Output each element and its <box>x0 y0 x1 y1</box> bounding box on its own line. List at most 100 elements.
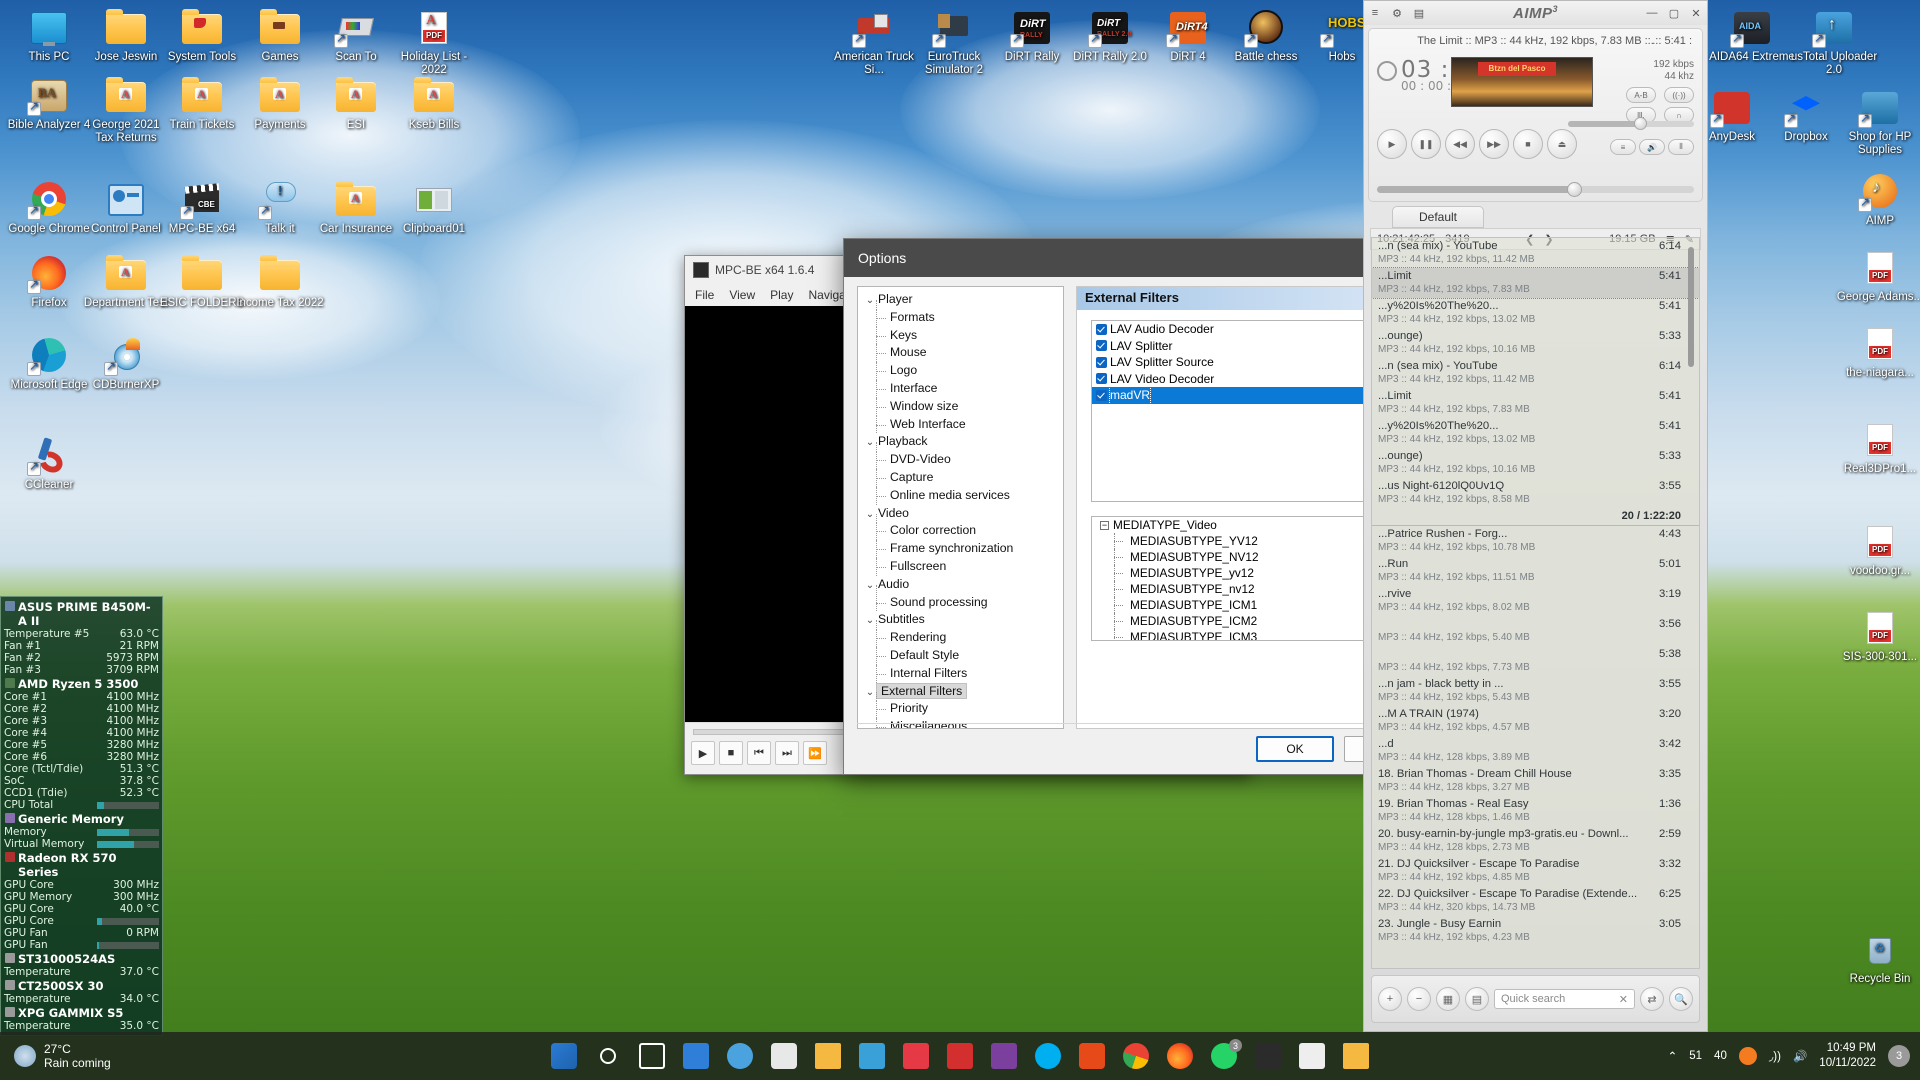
desktop-icon-this-pc[interactable]: This PC <box>5 8 93 64</box>
chevron-up-icon[interactable]: ⌃ <box>1668 1049 1678 1063</box>
aimp-tab-row[interactable]: Default <box>1370 206 1701 228</box>
search-icon[interactable]: 🔍 <box>1669 987 1693 1011</box>
task-view-icon[interactable] <box>632 1036 672 1076</box>
checkbox-checked-icon[interactable] <box>1096 323 1107 335</box>
mail-icon[interactable] <box>676 1036 716 1076</box>
desktop-icon-scan-to[interactable]: Scan To <box>312 8 400 64</box>
desktop-icon-the-niagara-pdf[interactable]: PDF the-niagara... <box>1836 324 1920 380</box>
converter-icon[interactable] <box>896 1036 936 1076</box>
weather-widget[interactable]: 27°C Rain coming <box>0 1042 111 1070</box>
shuffle-button[interactable]: ⇄ <box>1640 987 1664 1011</box>
desktop-icon-voodoo-pdf[interactable]: PDF voodoo.gr... <box>1836 522 1920 578</box>
tree-item-dvd-video[interactable]: DVD-Video <box>862 451 1063 469</box>
tree-item-audio[interactable]: ⌄ Audio <box>862 576 1063 595</box>
mediatype-sub[interactable]: MEDIASUBTYPE_yv12 <box>1092 565 1402 581</box>
playlist-item[interactable]: ...ounge) 5:33 MP3 :: 44 kHz, 192 kbps, 10… <box>1372 328 1699 358</box>
aimp-playlist[interactable]: ...n (sea mix) - YouTube 6:14 MP3 :: 44 kH… <box>1371 237 1700 969</box>
playlist-item[interactable]: ...rvive 3:19 MP3 :: 44 kHz, 192 kbps, 8.0… <box>1372 586 1699 616</box>
playlist-item[interactable]: ...n jam - black betty in ... 3:55 MP3 :: … <box>1372 676 1699 706</box>
eject-button[interactable]: ⏏ <box>1547 129 1577 159</box>
desktop-icon-dirt-rally[interactable]: DiRT RALLY DiRT Rally <box>988 8 1076 64</box>
tree-item-logo[interactable]: Logo <box>862 362 1063 380</box>
system-tray[interactable]: ⌃ 51 40 ◞)) 🔊 10:49 PM 10/11/2022 3 <box>1668 1041 1910 1071</box>
desktop-icon-dirt-rally-2[interactable]: DiRT RALLY 2.0 DiRT Rally 2.0 <box>1066 8 1154 64</box>
playlist-item-active[interactable]: ...Limit 5:41 MP3 :: 44 kHz, 192 kbps, 7.8… <box>1372 267 1699 299</box>
play-button[interactable]: ▶ <box>1377 129 1407 159</box>
playlist-item[interactable]: 21. DJ Quicksilver - Escape To Paradise 3… <box>1372 856 1699 886</box>
options-category-tree[interactable]: ⌄ Player Formats Keys Mouse Logo Interfac… <box>857 286 1064 729</box>
playlist-toggle-button[interactable]: ≡ <box>1610 139 1636 155</box>
filter-row[interactable]: LAV Splitter Source <box>1092 354 1402 371</box>
sort-button[interactable]: ▦ <box>1436 987 1460 1011</box>
playlist-item[interactable]: ...M A TRAIN (1974) 3:20 MP3 :: 44 kHz, 19… <box>1372 706 1699 736</box>
playlist-item[interactable]: 18. Brian Thomas - Dream Chill House 3:35… <box>1372 766 1699 796</box>
desktop-icon-ustotal-uploader[interactable]: ↑ usTotal Uploader 2.0 <box>1790 8 1878 77</box>
filter-row[interactable]: LAV Audio Decoder <box>1092 321 1402 338</box>
desktop-icon-games[interactable]: Games <box>236 8 324 64</box>
playlist-item[interactable]: ...Run 5:01 MP3 :: 44 kHz, 192 kbps, 11.51… <box>1372 556 1699 586</box>
aimp-playlist-toolbar[interactable]: + − ▦ ▤ Quick search ✕ ⇄ 🔍 <box>1371 975 1700 1023</box>
playlist-item[interactable]: 20. busy-earnin-by-jungle mp3-gratis.eu … <box>1372 826 1699 856</box>
taskbar-clock[interactable]: 10:49 PM 10/11/2022 <box>1819 1041 1876 1071</box>
playlist-item[interactable]: ...n (sea mix) - YouTube 6:14 MP3 :: 44 kH… <box>1372 238 1699 268</box>
playlist-options-button[interactable]: ▤ <box>1465 987 1489 1011</box>
mediatype-sub[interactable]: MEDIASUBTYPE_ICM3 <box>1092 629 1402 640</box>
tree-item-priority[interactable]: Priority <box>862 700 1063 718</box>
aimp-menu-icon[interactable]: ≡ <box>1364 4 1386 22</box>
desktop-icon-eurotruck-simulator-2[interactable]: EuroTruck Simulator 2 <box>910 8 998 77</box>
playlist-scrollbar[interactable] <box>1685 239 1698 967</box>
desktop-icon-recycle-bin[interactable]: ♻ Recycle Bin <box>1836 930 1920 986</box>
playlist-item[interactable]: ...Limit 5:41 MP3 :: 44 kHz, 192 kbps, 7.8… <box>1372 388 1699 418</box>
menu-play[interactable]: Play <box>770 288 793 302</box>
playlist-item[interactable]: 19. Brian Thomas - Real Easy 1:36 MP3 :: 4… <box>1372 796 1699 826</box>
desktop-icon-esi[interactable]: ESI <box>312 76 400 132</box>
tree-item-web-interface[interactable]: Web Interface <box>862 415 1063 434</box>
desktop-icon-payments[interactable]: Payments <box>236 76 324 132</box>
desktop-icon-battle-chess[interactable]: Battle chess <box>1222 8 1310 64</box>
desktop-icon-bible-analyzer[interactable]: BA Bible Analyzer 4 <box>5 76 93 132</box>
menu-view[interactable]: View <box>729 288 755 302</box>
mediatype-sub[interactable]: MEDIASUBTYPE_YV12 <box>1092 533 1402 549</box>
mediatype-sub[interactable]: MEDIASUBTYPE_ICM2 <box>1092 613 1402 629</box>
tree-item-player[interactable]: ⌄ Player <box>862 291 1063 310</box>
desktop-icon-income-tax-2022[interactable]: Income Tax 2022 <box>236 254 324 310</box>
checkbox-checked-icon[interactable] <box>1096 356 1107 368</box>
menu-file[interactable]: File <box>695 288 714 302</box>
desktop-icon-talk-it[interactable]: ! Talk it <box>236 180 324 236</box>
whatsapp-icon[interactable]: 3 <box>1204 1036 1244 1076</box>
desktop-icon-microsoft-edge[interactable]: Microsoft Edge <box>5 336 93 392</box>
mediatype-sub[interactable]: MEDIASUBTYPE_nv12 <box>1092 581 1402 597</box>
tree-item-color-correction[interactable]: Color correction <box>862 522 1063 540</box>
desktop-icon-cdburnerxp[interactable]: CDBurnerXP <box>82 336 170 392</box>
playlist-item[interactable]: ...ounge) 5:33 MP3 :: 44 kHz, 192 kbps, 10… <box>1372 448 1699 478</box>
avast-icon[interactable] <box>1738 1047 1757 1065</box>
desktop-icon-george-tax-returns[interactable]: George 2021 Tax Returns <box>82 76 170 145</box>
filter-row-selected[interactable]: madVR <box>1092 386 1402 405</box>
next-button[interactable]: ▶▶ <box>1479 129 1509 159</box>
previous-button[interactable]: ◀◀ <box>1445 129 1475 159</box>
play-button[interactable]: ▶ <box>691 741 715 765</box>
cortana-icon[interactable] <box>720 1036 760 1076</box>
mpcbe-icon[interactable] <box>1292 1036 1332 1076</box>
minimize-button[interactable]: — <box>1641 4 1663 22</box>
folder-icon[interactable] <box>1336 1036 1376 1076</box>
checkbox-checked-icon[interactable] <box>1096 389 1107 401</box>
onenote-icon[interactable] <box>984 1036 1024 1076</box>
quick-search-input[interactable]: Quick search ✕ <box>1494 989 1635 1009</box>
desktop-icon-george-adams-pdf[interactable]: PDF George Adams... <box>1836 248 1920 304</box>
aimp-skin-icon[interactable]: ▤ <box>1408 4 1430 22</box>
desktop-icon-jose-jeswin[interactable]: Jose Jeswin <box>82 8 170 64</box>
filter-row[interactable]: LAV Video Decoder <box>1092 371 1402 388</box>
explorer-icon[interactable] <box>808 1036 848 1076</box>
firefox-icon[interactable] <box>1160 1036 1200 1076</box>
volume-icon[interactable]: 🔊 <box>1793 1049 1807 1063</box>
playlist-item[interactable]: 3:56 MP3 :: 44 kHz, 192 kbps, 5.40 MB <box>1372 616 1699 646</box>
tree-item-video[interactable]: ⌄ Video <box>862 505 1063 524</box>
tree-item-online-media-services[interactable]: Online media services <box>862 486 1063 505</box>
desktop-icon-control-panel[interactable]: Control Panel <box>82 180 170 236</box>
playlist-item[interactable]: ...d 3:42 MP3 :: 44 kHz, 128 kbps, 3.89 MB <box>1372 736 1699 766</box>
add-file-button[interactable]: + <box>1378 987 1402 1011</box>
tree-item-fullscreen[interactable]: Fullscreen <box>862 557 1063 576</box>
desktop-icon-kseb-bills[interactable]: Kseb Bills <box>390 76 478 132</box>
collapse-icon[interactable]: − <box>1100 521 1109 530</box>
